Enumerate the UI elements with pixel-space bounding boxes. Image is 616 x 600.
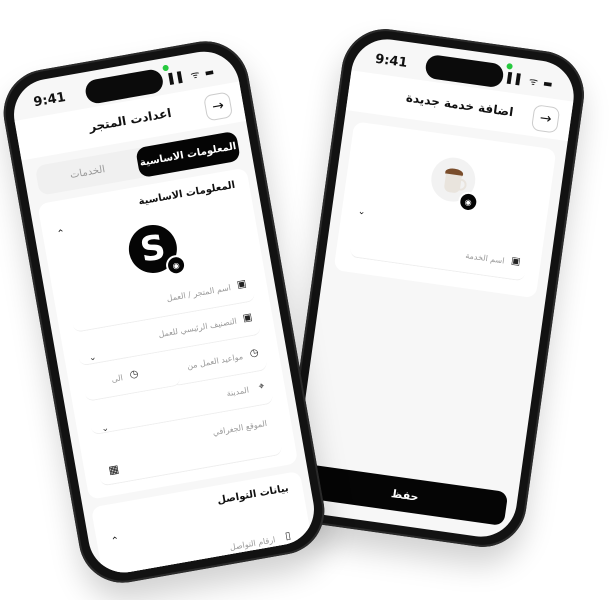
collapse-chevron-icon[interactable]: ⌃ xyxy=(56,228,66,240)
phone-store-settings: 9:41 ▌▌ ᯤ ▬ اعدادت المتجر → المعلومات ال… xyxy=(0,34,332,590)
phone-icon: ▯ xyxy=(284,530,292,543)
location-label: الموقع الجغرافي xyxy=(212,418,268,438)
service-name-label: اسم الخدمة xyxy=(464,251,506,266)
cup-handle xyxy=(457,178,468,192)
phone-field[interactable]: ▯ ارقام التواصل xyxy=(113,522,300,578)
map-icon: ▦ xyxy=(107,462,121,477)
location-pin-icon: ⌖ xyxy=(257,380,266,393)
status-icons: ▌▌ ᯤ ▬ xyxy=(506,73,555,91)
back-button[interactable]: → xyxy=(530,104,561,134)
screen-add-service: 9:41 ▌▌ ᯤ ▬ اضافة خدمة جديدة → ◉ ⌄ ▣ اسم… xyxy=(289,34,579,542)
save-button[interactable]: حفظ xyxy=(301,463,509,526)
status-time: 9:41 xyxy=(374,51,409,72)
collapse-chevron-icon[interactable]: ⌄ xyxy=(357,207,366,218)
phone-add-service: 9:41 ▌▌ ᯤ ▬ اضافة خدمة جديدة → ◉ ⌄ ▣ اسم… xyxy=(278,23,590,553)
briefcase-icon: ▣ xyxy=(241,311,254,325)
camera-icon[interactable]: ◉ xyxy=(164,253,188,277)
back-button[interactable]: → xyxy=(203,91,234,122)
store-name-label: اسم المتجر / العمل xyxy=(165,283,232,304)
contact-title: بيانات التواصل xyxy=(216,483,290,507)
hours-to-label: الى xyxy=(110,373,124,385)
briefcase-icon: ▣ xyxy=(510,255,522,268)
clock-icon: ◷ xyxy=(128,368,140,381)
phone-label: ارقام التواصل xyxy=(229,535,277,553)
arrow-right-icon: → xyxy=(538,110,553,128)
store-icon: ▣ xyxy=(236,278,248,291)
screen-store-settings: 9:41 ▌▌ ᯤ ▬ اعدادت المتجر → المعلومات ال… xyxy=(8,46,320,578)
chevron-down-icon: ⌄ xyxy=(88,352,98,364)
basic-info-card: المعلومات الاساسية ⌃ S ◉ ▣ اسم المتجر / … xyxy=(37,167,299,500)
service-card: ◉ ⌄ ▣ اسم الخدمة xyxy=(333,121,557,299)
service-name-field[interactable]: ▣ اسم الخدمة xyxy=(349,226,529,282)
clock-icon: ◷ xyxy=(248,347,260,360)
hours-from-label: مواعيد العمل من xyxy=(186,352,244,371)
city-label: المدينة xyxy=(225,385,250,399)
arrow-right-icon: → xyxy=(210,97,226,116)
status-icons: ▌▌ ᯤ ▬ xyxy=(168,66,217,86)
chevron-down-icon: ⌄ xyxy=(100,423,110,435)
collapse-chevron-icon[interactable]: ⌃ xyxy=(110,535,120,547)
status-time: 9:41 xyxy=(32,89,67,111)
basic-info-title: المعلومات الاساسية xyxy=(137,179,237,208)
main-category-label: التصنيف الرئيسي للعمل xyxy=(157,316,238,340)
camera-icon[interactable]: ◉ xyxy=(457,190,480,214)
